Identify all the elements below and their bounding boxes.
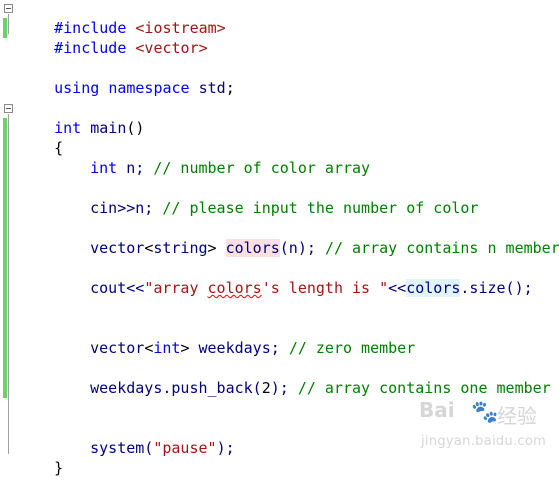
code-line-include-iostream[interactable]: #include <iostream> xyxy=(18,0,226,37)
highlighted-variable: colors xyxy=(406,279,461,297)
keyword: using xyxy=(54,79,100,97)
comment: // array contains one member xyxy=(297,379,551,397)
change-marker xyxy=(3,118,7,398)
fold-guide xyxy=(8,114,9,454)
code-line-declare-n[interactable]: int n; // number of color array xyxy=(54,138,370,177)
number-literal: 2 xyxy=(261,379,271,397)
type-name: vector xyxy=(90,339,145,357)
identifier: n; xyxy=(117,159,145,177)
fold-collapse-icon[interactable] xyxy=(4,4,13,13)
change-marker xyxy=(3,18,7,38)
watermark-brand-text: 经验 xyxy=(497,404,537,428)
string-literal: "pause" xyxy=(153,439,217,457)
identifier: std xyxy=(198,79,226,97)
statement: (n); xyxy=(279,239,316,257)
baidu-jingyan-watermark: Bai 🐾 经验 jingyan.baidu.com xyxy=(419,398,551,458)
string-literal: "array xyxy=(144,279,208,297)
angle-bracket: > xyxy=(207,239,217,257)
comment: // number of color array xyxy=(153,159,371,177)
statement: system( xyxy=(90,439,154,457)
keyword: namespace xyxy=(108,79,190,97)
keyword: int xyxy=(153,339,181,357)
type-name: string xyxy=(153,239,208,257)
code-line-vector-colors[interactable]: vector<string> colors(n); // array conta… xyxy=(54,218,559,257)
code-line-close-brace[interactable]: } xyxy=(18,438,63,477)
statement: ); xyxy=(270,379,289,397)
code-line-vector-weekdays[interactable]: vector<int> weekdays; // zero member xyxy=(54,318,415,357)
comment: // zero member xyxy=(288,339,416,357)
fold-collapse-icon[interactable] xyxy=(4,104,13,113)
function-name: main xyxy=(90,119,127,137)
code-editor[interactable]: #include <iostream> #include <vector> us… xyxy=(0,0,559,477)
punctuation: () xyxy=(126,119,145,137)
code-line-cout[interactable]: cout<<"array colors's length is "<<color… xyxy=(54,258,533,297)
statement: cout<< xyxy=(90,279,145,297)
comment: // array contains n member xyxy=(324,239,559,257)
highlighted-variable: colors xyxy=(225,239,280,257)
string-literal: 's length is " xyxy=(261,279,389,297)
statement: weekdays.push_back( xyxy=(90,379,262,397)
paw-icon: 🐾 xyxy=(471,400,499,425)
comment: // please input the number of color xyxy=(162,199,479,217)
code-line-main-signature[interactable]: int main() xyxy=(18,98,144,137)
code-line-using-namespace[interactable]: using namespace std; xyxy=(18,58,235,97)
keyword: int xyxy=(90,159,118,177)
punctuation: ; xyxy=(225,79,235,97)
spelling-error-word: colors xyxy=(207,279,262,297)
code-line-open-brace[interactable]: { xyxy=(18,118,63,157)
code-line-include-vector[interactable]: #include <vector> xyxy=(18,18,208,57)
type-name: vector xyxy=(90,239,145,257)
statement: cin>>n; xyxy=(90,199,154,217)
statement: ); xyxy=(216,439,235,457)
statement: weekdays; xyxy=(189,339,280,357)
operator: << xyxy=(388,279,407,297)
code-line-system-pause[interactable]: system("pause"); xyxy=(54,418,235,457)
include-header: <vector> xyxy=(135,39,208,57)
angle-bracket: < xyxy=(144,339,154,357)
watermark-url: jingyan.baidu.com xyxy=(421,434,547,449)
code-line-push-back[interactable]: weekdays.push_back(2); // array contains… xyxy=(54,358,551,397)
brace: } xyxy=(54,459,64,477)
watermark-logo-text: Bai xyxy=(419,398,455,422)
statement: .size(); xyxy=(460,279,533,297)
code-line-cin[interactable]: cin>>n; // please input the number of co… xyxy=(54,178,478,217)
preprocessor-directive: #include xyxy=(54,39,127,57)
angle-bracket: < xyxy=(144,239,154,257)
fold-guide xyxy=(8,14,9,34)
